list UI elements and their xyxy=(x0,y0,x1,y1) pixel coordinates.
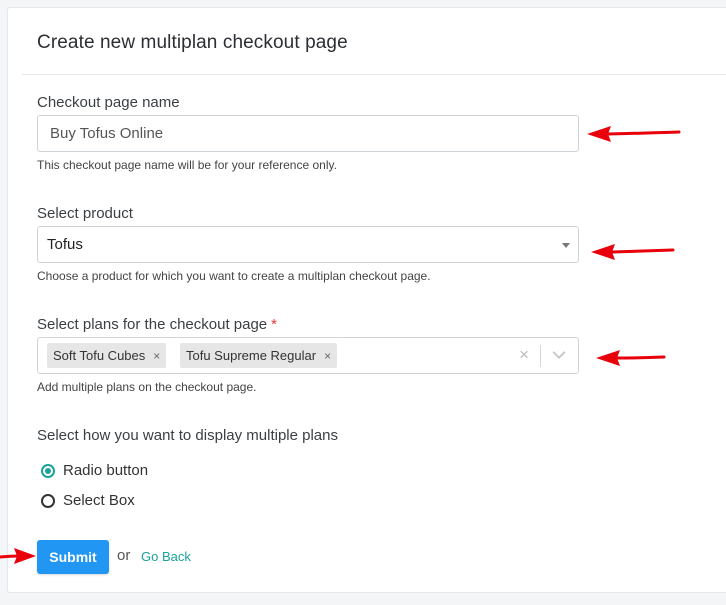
select-product-label: Select product xyxy=(37,205,133,222)
plan-tag-label: Soft Tofu Cubes xyxy=(53,348,146,363)
or-text: or xyxy=(117,547,131,564)
caret-down-icon xyxy=(562,243,570,248)
chevron-down-icon[interactable] xyxy=(550,346,568,364)
select-product-value: Tofus xyxy=(47,236,83,253)
checkout-name-label: Checkout page name xyxy=(37,94,180,111)
radio-option-label: Select Box xyxy=(63,492,135,509)
go-back-link[interactable]: Go Back xyxy=(141,549,191,564)
radio-option-select-box[interactable]: Select Box xyxy=(41,492,135,509)
checkout-name-input[interactable] xyxy=(37,115,579,152)
plan-tag-tofu-supreme-regular: Tofu Supreme Regular × xyxy=(180,343,338,368)
select-plans-label: Select plans for the checkout page * xyxy=(37,316,277,333)
plan-tag-label: Tofu Supreme Regular xyxy=(186,348,317,363)
select-plans-multiselect[interactable]: Soft Tofu Cubes × Tofu Supreme Regular ×… xyxy=(37,337,579,374)
select-plans-label-text: Select plans for the checkout page xyxy=(37,316,268,333)
clear-all-icon[interactable]: × xyxy=(519,345,529,365)
radio-option-radio-button[interactable]: Radio button xyxy=(41,462,148,479)
display-mode-label: Select how you want to display multiple … xyxy=(37,427,338,444)
submit-button[interactable]: Submit xyxy=(37,540,109,574)
title-divider xyxy=(22,74,726,75)
checkout-name-help: This checkout page name will be for your… xyxy=(37,158,337,172)
page-title: Create new multiplan checkout page xyxy=(37,32,348,53)
required-asterisk: * xyxy=(271,316,277,333)
select-product-dropdown[interactable]: Tofus xyxy=(37,226,579,263)
radio-option-label: Radio button xyxy=(63,462,149,479)
radio-unchecked-icon[interactable] xyxy=(41,493,55,508)
select-product-help: Choose a product for which you want to c… xyxy=(37,269,431,283)
plan-tag-soft-tofu-cubes: Soft Tofu Cubes × xyxy=(47,343,167,368)
indicator-separator xyxy=(540,345,541,367)
radio-checked-icon[interactable] xyxy=(41,463,55,478)
remove-plan-icon[interactable]: × xyxy=(322,349,337,363)
remove-plan-icon[interactable]: × xyxy=(151,349,166,363)
select-plans-help: Add multiple plans on the checkout page. xyxy=(37,380,257,394)
